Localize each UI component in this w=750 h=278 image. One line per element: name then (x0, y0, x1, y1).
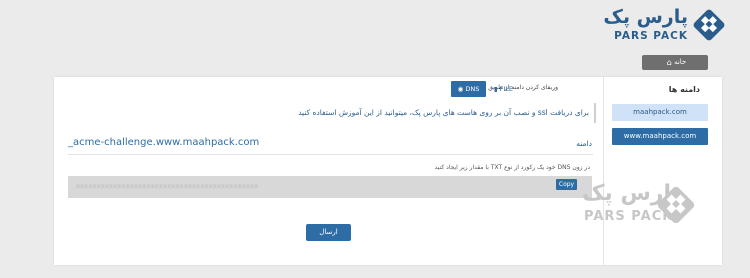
copy-button[interactable]: Copy (556, 179, 577, 190)
tab-file[interactable]: ▮ FILE (491, 81, 516, 97)
file-icon: ▮ (493, 85, 498, 93)
domain-label: دامنه (576, 139, 592, 148)
tab-dns-label: DNS (465, 85, 480, 93)
divider (68, 154, 593, 155)
parspack-watermark: پارس پک PARS PACK (582, 181, 695, 231)
brand-logo[interactable]: پارس پک PARS PACK (603, 6, 726, 46)
txt-record-instruction: در زون DNS خود یک رکورد از نوع TXT با مق… (434, 164, 590, 171)
globe-icon: ◉ (457, 85, 464, 93)
tab-dns[interactable]: ◉ DNS (451, 81, 486, 97)
sidebar-domain-maahpack[interactable]: maahpack.com (612, 104, 708, 121)
ssl-tutorial-note[interactable]: برای دریافت ssl و نصب آن بر روی هاست های… (290, 103, 596, 123)
txt-record-field[interactable]: xxxxxxxxxxxxxxxxxxxxxxxxxxxxxxxxxxxxxxxx… (68, 176, 592, 198)
challenge-domain-value: _acme-challenge.www.maahpack.com (68, 137, 260, 148)
breadcrumb-home[interactable]: ⌂ خانه (642, 55, 708, 70)
txt-record-value: xxxxxxxxxxxxxxxxxxxxxxxxxxxxxxxxxxxxxxxx… (76, 182, 259, 190)
watermark-logo-icon (657, 186, 695, 224)
brand-name-fa: پارس پک (603, 6, 688, 28)
breadcrumb-label: خانه (674, 58, 687, 66)
tab-file-label: FILE (499, 85, 514, 93)
home-icon: ⌂ (666, 58, 672, 67)
sidebar-domain-www-maahpack[interactable]: www.maahpack.com (612, 128, 708, 145)
sidebar-title: دامنه ها (668, 85, 700, 94)
brand-name-en: PARS PACK (614, 30, 688, 42)
parspack-logo-icon (693, 9, 725, 41)
submit-button[interactable]: ارسال (306, 224, 351, 241)
